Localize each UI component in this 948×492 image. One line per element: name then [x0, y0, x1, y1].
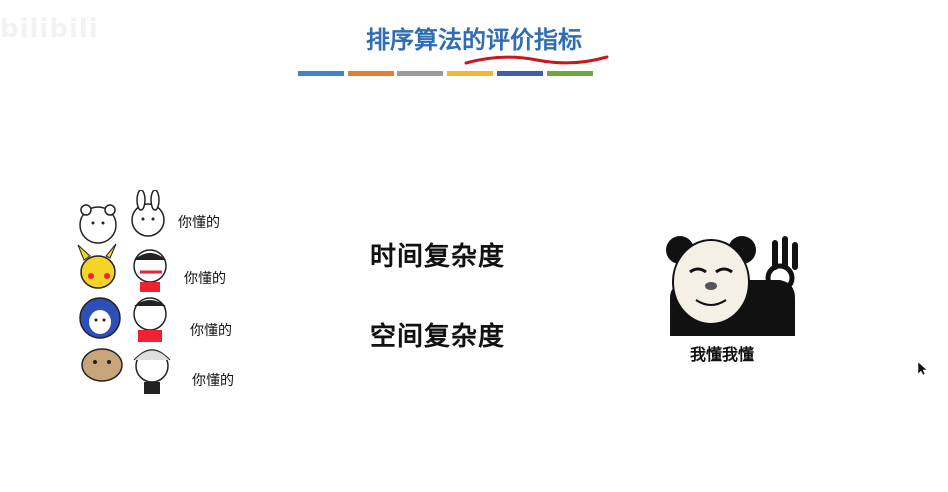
meme-label-2: 你懂的 — [184, 271, 226, 287]
title-underline — [464, 55, 609, 65]
meme-label-1: 你懂的 — [178, 215, 220, 231]
color-bar-segment-6 — [547, 71, 593, 76]
color-bar-segment-3 — [397, 71, 443, 76]
slide-title: 排序算法的评价指标 — [366, 26, 582, 54]
mouse-pointer-icon — [918, 362, 928, 376]
meme-characters-drawing — [77, 189, 171, 394]
metric-space-complexity: 空间复杂度 — [370, 322, 506, 352]
panda-caption: 我懂我懂 — [690, 345, 755, 364]
meme-you-know-image: 你懂的 你懂的 你懂的 你懂的 — [70, 189, 260, 400]
color-bar-segment-1 — [298, 71, 344, 76]
panda-ok-drawing — [666, 236, 798, 336]
color-bar-segment-2 — [348, 71, 394, 76]
color-bar-segment-4 — [447, 71, 493, 76]
metric-time-complexity: 时间复杂度 — [370, 242, 506, 272]
meme-label-3: 你懂的 — [190, 323, 232, 339]
meme-label-4: 你懂的 — [192, 373, 234, 389]
color-bar-segment-5 — [497, 71, 543, 76]
